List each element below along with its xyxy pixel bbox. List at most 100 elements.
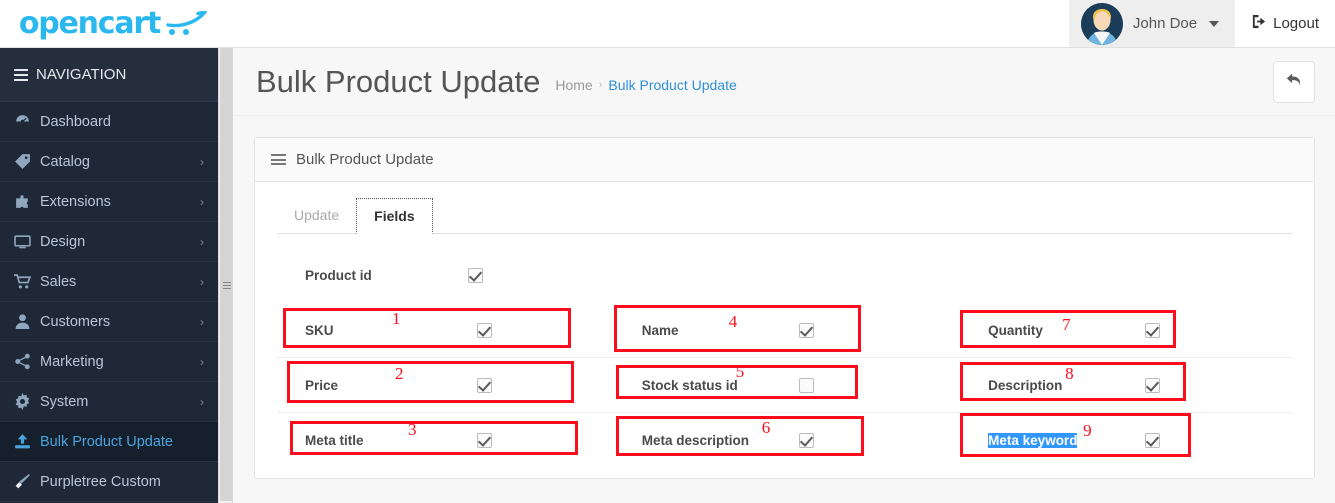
app-root: opencart John Doe Logout NAVIGATION Dash… — [0, 0, 1335, 503]
list-icon — [271, 152, 286, 168]
field-label: SKU — [305, 322, 334, 338]
panel-body: Update Fields Product id SKU 1 Name 4 Qu… — [255, 182, 1314, 478]
user-icon — [14, 313, 40, 330]
annotation-number: 9 — [1083, 421, 1092, 440]
back-arrow-icon — [1285, 70, 1304, 94]
chevron-right-icon: › — [200, 194, 204, 209]
tab-bar: Update Fields — [277, 198, 1292, 234]
page-scrollbar[interactable] — [218, 48, 233, 503]
field-label: Meta title — [305, 433, 364, 448]
field-label: Product id — [305, 268, 372, 283]
field-checkbox[interactable] — [798, 322, 814, 338]
sidebar-nav-header[interactable]: NAVIGATION — [0, 48, 218, 102]
annotation-number: 8 — [1065, 364, 1074, 383]
field-checkbox[interactable] — [1145, 322, 1161, 338]
page-header: Bulk Product Update Home › Bulk Product … — [234, 48, 1335, 116]
sidebar-item-system[interactable]: System › — [0, 382, 218, 422]
field-checkbox[interactable] — [798, 377, 814, 393]
field-checkbox[interactable] — [477, 433, 492, 448]
field-checkbox[interactable] — [1145, 433, 1161, 448]
field-description: Description 8 — [960, 358, 1292, 412]
field-name: Name 4 — [613, 303, 960, 357]
gear-icon — [14, 393, 40, 410]
top-bar-right: John Doe Logout — [1068, 0, 1335, 47]
field-label: Quantity — [988, 322, 1043, 338]
field-checkbox[interactable] — [1145, 377, 1161, 393]
tag-icon — [14, 153, 40, 170]
chevron-right-icon: › — [200, 394, 204, 409]
logout-icon — [1251, 14, 1266, 33]
cart-icon — [14, 273, 40, 290]
annotation-number: 3 — [408, 420, 417, 439]
sidebar: NAVIGATION Dashboard Catalog › Extension… — [0, 48, 218, 503]
back-button[interactable] — [1273, 61, 1315, 103]
sidebar-item-marketing[interactable]: Marketing › — [0, 342, 218, 382]
sidebar-item-label: Customers — [40, 313, 111, 330]
breadcrumb-current[interactable]: Bulk Product Update — [608, 77, 736, 93]
user-name: John Doe — [1132, 15, 1198, 32]
sidebar-item-catalog[interactable]: Catalog › — [0, 142, 218, 182]
page-title: Bulk Product Update — [256, 64, 541, 99]
breadcrumb-separator-icon: › — [598, 79, 603, 91]
share-icon — [14, 353, 40, 370]
brush-icon — [14, 473, 40, 490]
panel-heading: Bulk Product Update — [296, 151, 434, 168]
tab-fields[interactable]: Fields — [356, 198, 433, 234]
chevron-right-icon: › — [200, 234, 204, 249]
caret-down-icon — [1209, 20, 1220, 27]
sidebar-item-sales[interactable]: Sales › — [0, 262, 218, 302]
chevron-right-icon: › — [200, 314, 204, 329]
field-label: Description — [988, 377, 1063, 393]
field-label: Name — [641, 322, 679, 338]
sidebar-item-extensions[interactable]: Extensions › — [0, 182, 218, 222]
annotation-number: 4 — [728, 312, 738, 331]
sidebar-nav-header-label: NAVIGATION — [36, 66, 127, 83]
field-checkbox[interactable] — [477, 322, 492, 338]
field-label: Price — [305, 377, 339, 393]
sidebar-item-label: System — [40, 393, 89, 410]
top-bar: opencart John Doe Logout — [0, 0, 1335, 48]
tab-label: Update — [294, 207, 340, 223]
field-checkbox[interactable] — [798, 433, 814, 448]
chevron-right-icon: › — [200, 354, 204, 369]
sidebar-item-label: Catalog — [40, 153, 90, 170]
table-row: Price 2 Stock status id 5 Description 8 — [277, 358, 1292, 413]
scrollbar-thumb[interactable] — [220, 48, 232, 501]
field-checkbox[interactable] — [468, 268, 483, 283]
field-label: Meta keyword — [988, 433, 1078, 448]
monitor-icon — [14, 233, 40, 250]
field-stock-status-id: Stock status id 5 — [614, 358, 960, 412]
fields-area: Product id SKU 1 Name 4 Quantity 7 Price… — [277, 234, 1292, 468]
sidebar-item-purpletree-custom[interactable]: Purpletree Custom — [0, 462, 218, 502]
sidebar-item-design[interactable]: Design › — [0, 222, 218, 262]
tab-label: Fields — [374, 208, 415, 224]
upload-icon — [14, 433, 40, 450]
field-row: Product id — [277, 248, 1292, 303]
hamburger-icon — [14, 66, 28, 84]
tab-update[interactable]: Update — [277, 198, 356, 234]
user-menu[interactable]: John Doe — [1068, 0, 1236, 47]
field-checkbox[interactable] — [477, 377, 492, 393]
sidebar-item-label: Bulk Product Update — [40, 433, 173, 450]
opencart-logo[interactable]: opencart — [0, 0, 220, 48]
sidebar-item-label: Purpletree Custom — [40, 473, 161, 490]
annotation-number: 7 — [1062, 315, 1071, 334]
breadcrumb-home[interactable]: Home — [555, 77, 592, 93]
field-sku: SKU 1 — [277, 303, 614, 357]
field-label: Meta description — [641, 433, 749, 448]
field-meta-keyword: Meta keyword 9 — [960, 413, 1292, 468]
field-quantity: Quantity 7 — [960, 303, 1292, 357]
annotation-number: 1 — [392, 309, 401, 328]
sidebar-item-bulk-product-update[interactable]: Bulk Product Update — [0, 422, 218, 462]
shopping-cart-swoosh-icon — [165, 9, 209, 37]
chevron-right-icon: › — [200, 154, 204, 169]
sidebar-item-customers[interactable]: Customers › — [0, 302, 218, 342]
sidebar-item-label: Design — [40, 233, 86, 250]
breadcrumb: Home › Bulk Product Update — [555, 70, 736, 93]
main-content: Bulk Product Update Home › Bulk Product … — [234, 48, 1335, 503]
logout-button[interactable]: Logout — [1235, 0, 1335, 47]
dashboard-icon — [14, 113, 40, 130]
chevron-right-icon: › — [200, 274, 204, 289]
annotation-number: 2 — [395, 364, 404, 383]
sidebar-item-dashboard[interactable]: Dashboard — [0, 102, 218, 142]
